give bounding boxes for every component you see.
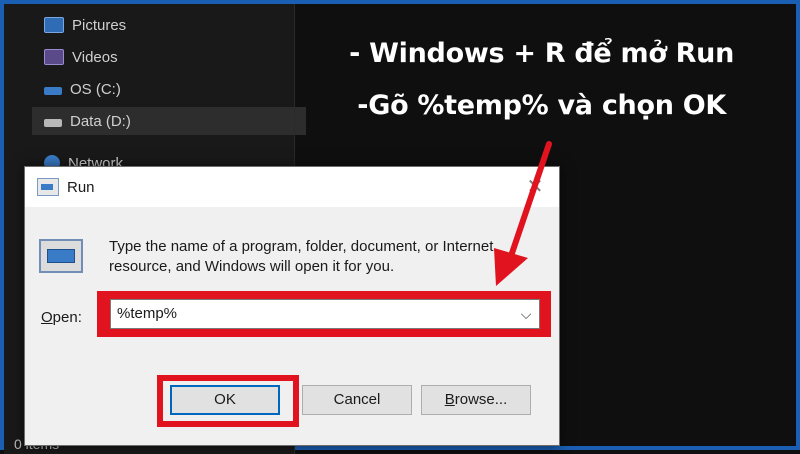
videos-icon bbox=[44, 49, 64, 65]
run-program-icon bbox=[39, 239, 83, 273]
browse-mnemonic: B bbox=[444, 391, 455, 408]
open-label-mnemonic: O bbox=[41, 309, 53, 326]
annotation-line-2: -Gõ %temp% và chọn OK bbox=[357, 90, 726, 121]
cancel-button[interactable]: Cancel bbox=[302, 385, 412, 415]
run-app-icon bbox=[37, 178, 59, 196]
nav-item-videos[interactable]: Videos bbox=[44, 43, 289, 71]
nav-item-label: Videos bbox=[72, 48, 118, 66]
run-title: Run bbox=[67, 178, 95, 196]
run-description: Type the name of a program, folder, docu… bbox=[109, 238, 494, 275]
run-titlebar[interactable]: Run ✕ bbox=[25, 167, 559, 207]
nav-item-data-drive[interactable]: Data (D:) bbox=[32, 107, 306, 135]
nav-item-pictures[interactable]: Pictures bbox=[44, 11, 289, 39]
ok-button[interactable]: OK bbox=[170, 385, 280, 415]
drive-icon bbox=[44, 87, 62, 95]
nav-item-os-drive[interactable]: OS (C:) bbox=[44, 75, 289, 103]
run-dialog: Run ✕ Type the name of a program, folder… bbox=[24, 166, 560, 446]
chevron-down-icon[interactable]: ⌵ bbox=[516, 304, 536, 324]
browse-label-rest: rowse... bbox=[454, 391, 508, 408]
close-icon[interactable]: ✕ bbox=[523, 175, 547, 199]
annotation-line-1: - Windows + R để mở Run bbox=[349, 38, 734, 69]
pictures-icon bbox=[44, 17, 64, 33]
nav-item-label: OS (C:) bbox=[70, 80, 121, 98]
open-label-rest: pen: bbox=[52, 309, 82, 326]
nav-item-label: Pictures bbox=[72, 16, 127, 34]
drive-icon bbox=[44, 119, 62, 127]
open-label: Open: bbox=[41, 309, 82, 326]
nav-item-label: Data (D:) bbox=[70, 112, 131, 130]
browse-button[interactable]: Browse... bbox=[421, 385, 531, 415]
open-input[interactable]: %temp% bbox=[110, 299, 540, 329]
